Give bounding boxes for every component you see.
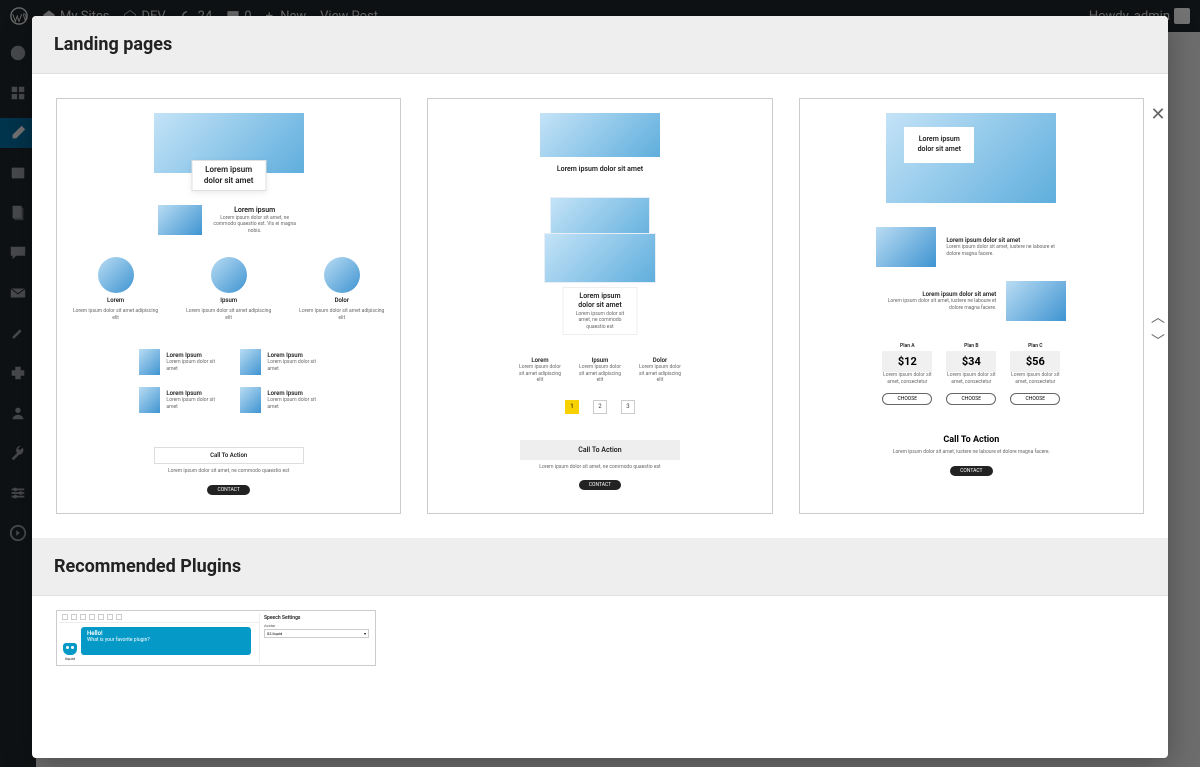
plugins-title: Recommended Plugins [54, 556, 1146, 577]
pricing-plans: Plan A$12Lorem ipsum dolor sit amet, con… [882, 343, 1060, 405]
chevron-down-icon[interactable]: ﹀ [1146, 330, 1168, 352]
contact-button: CONTACT [579, 480, 621, 490]
feature-rows: Lorem ipsum dolor sit ametLorem ipsum do… [876, 227, 1066, 321]
hero-image: Lorem ipsum dolor sit amet [886, 113, 1056, 203]
contact-button: CONTACT [207, 485, 249, 495]
stacked-cards: Lorem ipsum dolor sit ametLorem ipsum do… [525, 197, 675, 317]
landing-pages-title: Landing pages [54, 34, 1146, 55]
landing-pages-header: Landing pages [32, 16, 1168, 74]
speech-bubble: Hello! What is your favorite plugin? [81, 627, 251, 655]
landing-templates-row: Lorem ipsum dolor sit amet Lorem ipsum L… [32, 74, 1168, 538]
plugin-avatar-icon: liquid [61, 643, 79, 661]
pagination: 1 2 3 [565, 400, 635, 414]
chevron-up-icon[interactable]: ︿ [1146, 306, 1168, 328]
recommended-plugin-1[interactable]: Hello! What is your favorite plugin? liq… [56, 610, 376, 666]
plugin-settings-panel: Speech Settings Avatar 02.liquid▾ [259, 613, 373, 663]
contact-button: CONTACT [950, 466, 992, 476]
cta-button: Call To Action [154, 447, 304, 464]
plugin-preview: Hello! What is your favorite plugin? liq… [59, 613, 259, 663]
circle-features: LoremLorem ipsum dolor sit amet adipisci… [69, 257, 388, 321]
templates-modal: ✕ ︿ ﹀ Landing pages Lorem ipsum dolor si… [32, 16, 1168, 758]
avatar-select: 02.liquid▾ [264, 629, 369, 638]
columns: LoremLorem ipsum dolor sit amet adipisci… [517, 357, 683, 384]
cta-section: Call To Action Lorem ipsum dolor sit ame… [886, 435, 1056, 456]
modal-overlay: ✕ ︿ ﹀ Landing pages Lorem ipsum dolor si… [0, 0, 1200, 767]
close-icon[interactable]: ✕ [1146, 102, 1168, 126]
cta-button: Call To Action [520, 440, 680, 460]
feature-image [158, 205, 202, 235]
plugins-header: Recommended Plugins [32, 538, 1168, 596]
feature-grid: Lorem IpsumLorem ipsum dolor sit amet Lo… [139, 349, 319, 413]
hero-image: Lorem ipsum dolor sit amet [154, 113, 304, 173]
landing-template-1[interactable]: Lorem ipsum dolor sit amet Lorem ipsum L… [56, 98, 401, 514]
landing-template-3[interactable]: Lorem ipsum dolor sit amet Lorem ipsum d… [799, 98, 1144, 514]
recommended-plugins-row: Hello! What is your favorite plugin? liq… [32, 596, 1168, 666]
feature-text: Lorem ipsum Lorem ipsum dolor sit amet, … [210, 206, 300, 235]
landing-template-2[interactable]: Lorem ipsum dolor sit amet Lorem ipsum d… [427, 98, 772, 514]
hero-image [540, 113, 660, 157]
